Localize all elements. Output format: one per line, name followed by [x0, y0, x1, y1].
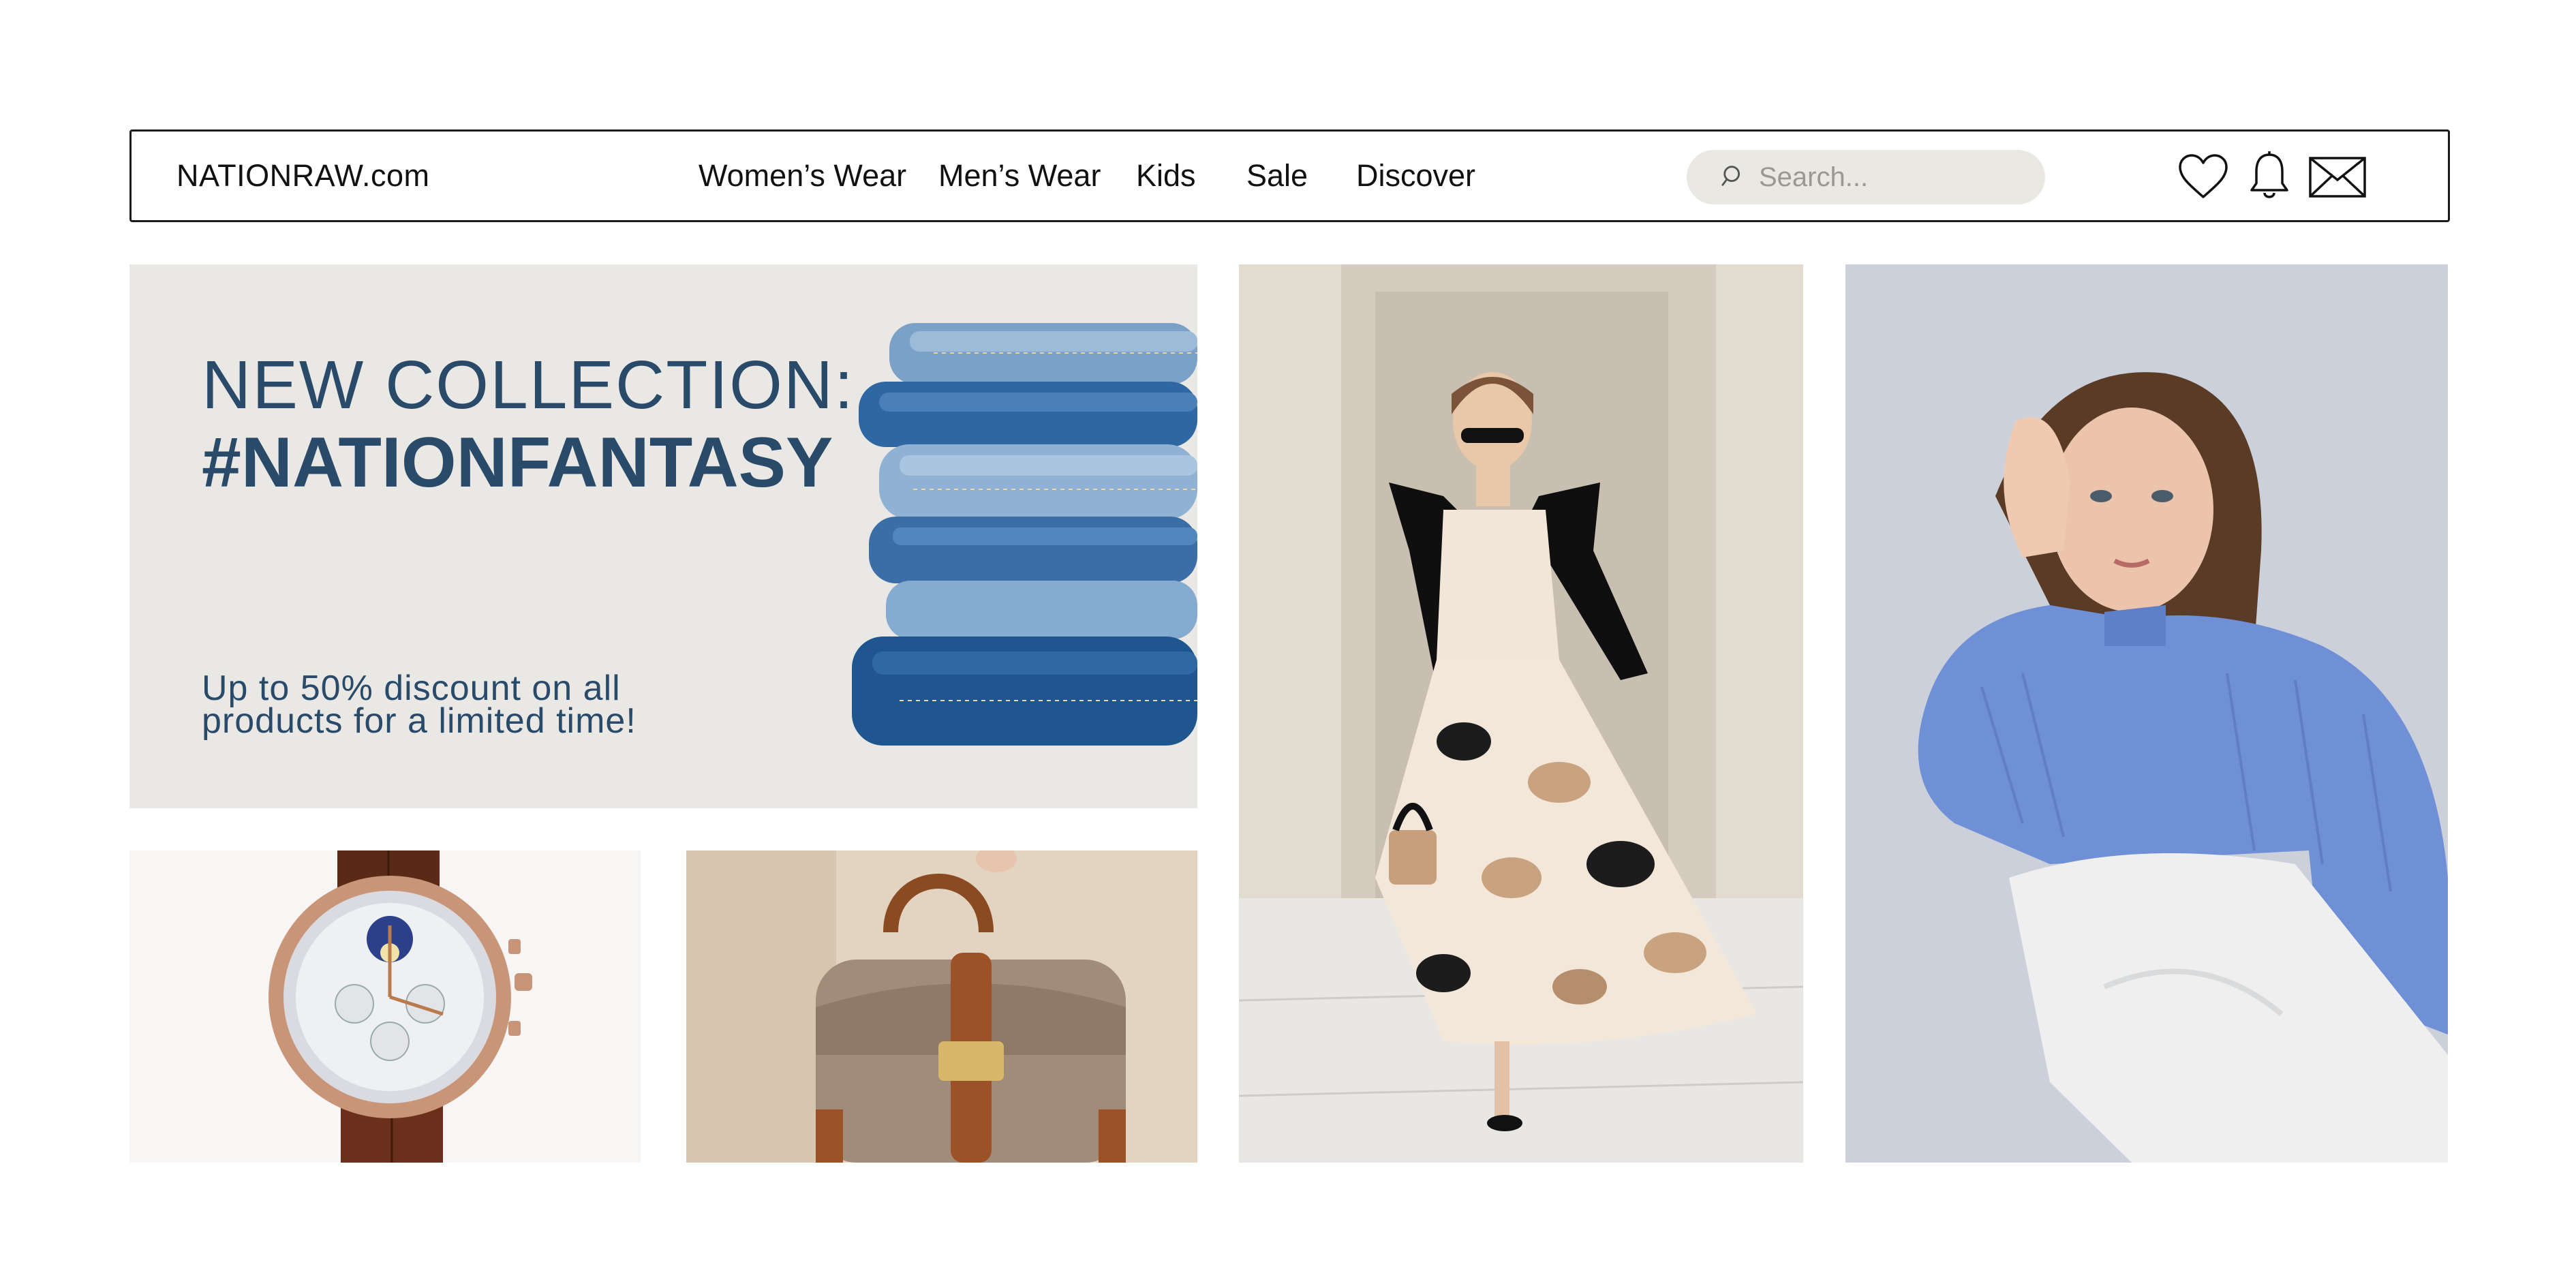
- nav-item-mens-wear[interactable]: Men’s Wear: [938, 132, 1101, 220]
- search-bar[interactable]: [1687, 150, 2045, 204]
- search-icon[interactable]: [1721, 163, 1747, 192]
- product-tile-floral-dress[interactable]: [1239, 264, 1803, 1163]
- watch-image: [269, 850, 532, 1163]
- storefront-page: NATIONRAW.com Women’s Wear Men’s Wear Ki…: [0, 0, 2576, 1288]
- jeans-stack-image: [852, 323, 1197, 746]
- hero-banner[interactable]: NEW COLLECTION: #NATIONFANTASY Up to 50%…: [129, 264, 1197, 808]
- nav-item-discover[interactable]: Discover: [1356, 132, 1475, 220]
- heart-icon[interactable]: [2176, 152, 2230, 201]
- site-logo[interactable]: NATIONRAW.com: [177, 132, 430, 220]
- mail-icon[interactable]: [2308, 156, 2367, 198]
- nav-item-womens-wear[interactable]: Women’s Wear: [699, 132, 906, 220]
- nav-item-kids[interactable]: Kids: [1136, 132, 1196, 220]
- header-bar: NATIONRAW.com Women’s Wear Men’s Wear Ki…: [129, 129, 2450, 222]
- bell-icon[interactable]: [2247, 149, 2292, 204]
- product-tile-watch[interactable]: [129, 850, 641, 1163]
- hero-subtitle: Up to 50% discount on all products for a…: [202, 669, 637, 741]
- floral-dress-image: [1239, 264, 1803, 1163]
- blue-sweater-image: [1845, 264, 2448, 1163]
- handbag-image: [686, 850, 1197, 1163]
- product-tile-handbag[interactable]: [686, 850, 1197, 1163]
- product-tile-blue-sweater[interactable]: [1845, 264, 2448, 1163]
- hero-hashtag: #NATIONFANTASY: [202, 423, 833, 502]
- hero-title: NEW COLLECTION:: [202, 347, 855, 423]
- search-input[interactable]: [1759, 162, 2018, 193]
- nav-item-sale[interactable]: Sale: [1246, 132, 1308, 220]
